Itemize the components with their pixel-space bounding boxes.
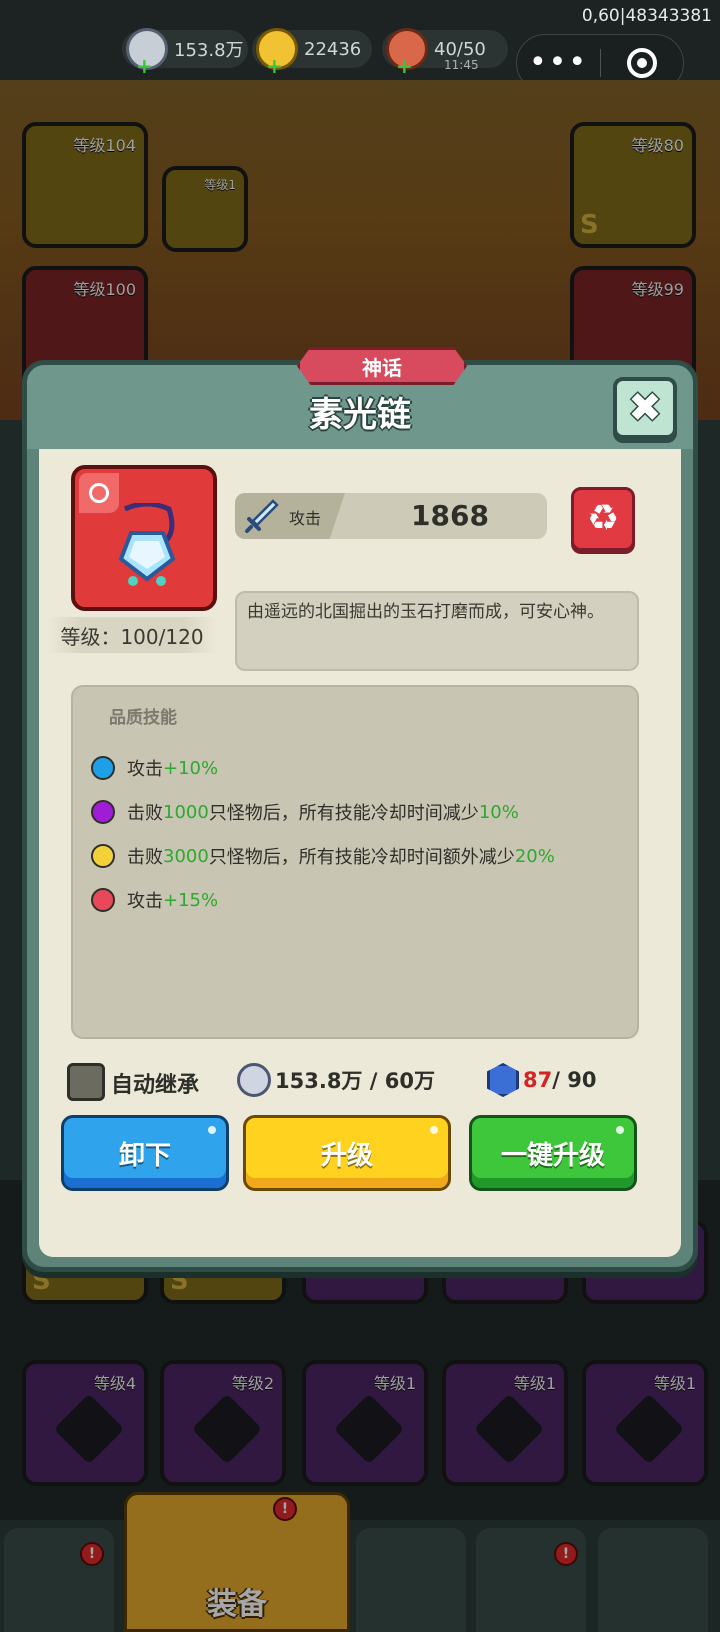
item-description: 由遥远的北国掘出的玉石打磨而成，可安心神。 [235,591,639,671]
coin-cost: 153.8万 / 60万 [237,1063,435,1097]
skill-row: 攻击 +10% [91,753,218,783]
quality-dot-icon [91,800,115,824]
skill-value: 10% [478,801,519,823]
item-title: 素光链 [309,395,411,435]
close-icon: ✖ [628,385,662,431]
skill-row: 击败 3000 只怪物后，所有技能冷却时间额外减少 20% [91,841,555,871]
gem-owned: 87 [523,1068,553,1092]
quality-dot-icon [91,844,115,868]
recycle-button[interactable]: ♻ [571,487,635,551]
modal-body: 等级：100/120 攻击 1868 ♻ 由遥远的北国掘出的玉石打磨而成，可安心… [39,449,681,1257]
unequip-button[interactable]: 卸下 [61,1115,229,1191]
upgrade-button[interactable]: 升级 [243,1115,451,1191]
one-click-upgrade-label: 一键升级 [500,1140,605,1171]
attack-label: 攻击 [289,509,322,528]
skills-title: 品质技能 [109,708,177,728]
unequip-label: 卸下 [118,1140,171,1171]
one-click-upgrade-button[interactable]: 一键升级 [469,1115,637,1191]
skill-value: 1000 [163,801,209,823]
skill-text: 只怪物后，所有技能冷却时间减少 [208,803,479,824]
modal-header: 神话 素光链 ✖ [27,347,693,449]
quality-dot-icon [91,888,115,912]
add-icon: + [266,54,283,78]
exit-button[interactable] [601,48,683,78]
item-level: 等级：100/120 [47,617,217,653]
skill-text: 只怪物后，所有技能冷却时间额外减少 [208,847,515,868]
auto-inherit-checkbox[interactable] [67,1063,105,1101]
auto-inherit-label: 自动继承 [111,1073,200,1098]
target-icon [626,48,657,78]
attack-stat: 攻击 1868 [235,493,547,539]
stamina-timer: 11:45 [444,58,479,72]
gold-counter[interactable]: + 22436 [252,28,372,78]
gold-amount: 22436 [304,38,362,60]
status-bar: 0,60|48343381 + 153.8万 + 22436 + 40/50 1… [0,0,720,92]
quality-dot-icon [91,756,115,780]
add-icon: + [396,54,413,78]
skill-value: +10% [163,757,219,779]
quality-skills-panel: 品质技能 攻击 +10% 击败 1000 只怪物后，所有技能冷却时间减少 10% 击败 3… [71,685,639,1039]
skill-text: 攻击 [127,759,163,780]
gem-required: / 90 [552,1068,597,1092]
skill-value: +15% [163,889,219,911]
gem-cost: 87 / 90 [487,1063,596,1097]
skill-value: 3000 [163,845,209,867]
rarity-ribbon: 神话 [297,347,467,385]
attack-value: 1868 [411,499,489,532]
skill-text: 击败 [127,803,163,824]
skill-text: 攻击 [127,891,163,912]
skill-text: 击败 [127,847,163,868]
upgrade-label: 升级 [320,1140,373,1171]
add-icon: + [136,54,153,78]
close-button[interactable]: ✖ [613,377,677,439]
silver-counter[interactable]: + 153.8万 [122,28,248,78]
skill-value: 20% [514,845,555,867]
coin-cost-value: 153.8万 / 60万 [275,1069,435,1093]
gem-icon [487,1063,519,1097]
jade-amulet-icon [118,503,176,586]
item-detail-modal: 神话 素光链 ✖ 等级：100/120 攻击 1868 ♻ 由遥远的北国掘出的玉… [22,347,698,1272]
silver-amount: 153.8万 [174,40,244,61]
stamina-amount: 40/50 [434,38,486,60]
sword-icon [245,499,279,533]
skill-row: 攻击 +15% [91,885,218,915]
debug-readout: 0,60|48343381 [581,6,712,26]
recycle-icon: ♻ [586,498,620,539]
skill-row: 击败 1000 只怪物后，所有技能冷却时间减少 10% [91,797,519,827]
silver-coin-icon [237,1063,271,1097]
item-card [71,465,217,611]
